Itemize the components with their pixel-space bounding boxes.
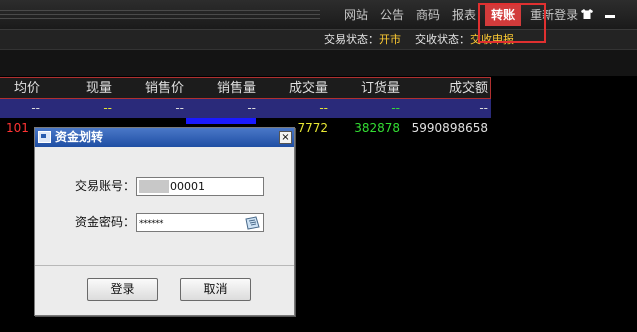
cell: --	[319, 101, 328, 115]
account-value: 00001	[170, 180, 205, 193]
cell-turnover: 5990898658	[411, 121, 488, 135]
cell: --	[247, 101, 256, 115]
col-current-qty[interactable]: 现量	[60, 78, 112, 100]
cell-first: 101	[6, 121, 29, 135]
col-order-qty[interactable]: 订货量	[340, 78, 400, 100]
nav-report[interactable]: 报表	[446, 0, 482, 30]
toolbar-strip	[0, 50, 637, 76]
col-avg-price[interactable]: 均价	[0, 78, 40, 100]
col-sell-qty[interactable]: 销售量	[200, 78, 256, 100]
password-label: 资金密码：	[75, 215, 136, 229]
account-input[interactable]: 00001	[136, 177, 264, 196]
shirt-icon[interactable]	[581, 8, 593, 22]
delivery-status-value: 交收申报	[470, 33, 514, 46]
col-sell-price[interactable]: 销售价	[130, 78, 184, 100]
nav-website[interactable]: 网站	[338, 0, 374, 30]
password-value: ******	[139, 219, 164, 229]
trade-status-label: 交易状态：	[324, 33, 379, 46]
cell: --	[479, 101, 488, 115]
password-input[interactable]: ******	[136, 213, 264, 232]
close-button[interactable]: ×	[279, 131, 292, 144]
nav-notice[interactable]: 公告	[374, 0, 410, 30]
keyboard-icon[interactable]	[244, 215, 260, 230]
masked-region	[139, 180, 169, 193]
nav-transfer[interactable]: 转账	[485, 4, 522, 26]
cell: --	[103, 101, 112, 115]
selection-bar	[186, 118, 256, 124]
window-icon	[38, 131, 51, 143]
status-bar: 交易状态：开市 交收状态：交收申报	[0, 30, 637, 50]
dialog-title-bar[interactable]: 资金划转 ×	[35, 128, 294, 147]
col-deal-volume[interactable]: 成交量	[270, 78, 328, 100]
cell: --	[31, 101, 40, 115]
login-button[interactable]: 登录	[87, 278, 158, 301]
nav-relogin[interactable]: 重新登录	[524, 0, 584, 30]
cell: --	[391, 101, 400, 115]
top-nav: 网站 公告 商码 报表 转账 重新登录	[338, 0, 584, 30]
table-header: 均价 现量 销售价 销售量 成交量 订货量 成交额	[0, 77, 491, 99]
cancel-button[interactable]: 取消	[180, 278, 251, 301]
cell: --	[175, 101, 184, 115]
account-label: 交易账号：	[75, 179, 136, 193]
fund-transfer-dialog: 资金划转 × 交易账号： 00001 资金密码： ****** 登录 取消	[34, 127, 295, 316]
cell-order-qty: 382878	[354, 121, 400, 135]
trade-status-value: 开市	[379, 33, 401, 46]
col-turnover[interactable]: 成交额	[420, 78, 488, 100]
table-row[interactable]: -- -- -- -- -- -- --	[0, 99, 491, 118]
dialog-body: 交易账号： 00001 资金密码： ******	[35, 147, 294, 266]
top-bar: 网站 公告 商码 报表 转账 重新登录	[0, 0, 637, 30]
minimize-icon[interactable]	[605, 9, 615, 22]
nav-code[interactable]: 商码	[410, 0, 446, 30]
dialog-title: 资金划转	[55, 130, 104, 144]
delivery-status-label: 交收状态：	[415, 33, 470, 46]
